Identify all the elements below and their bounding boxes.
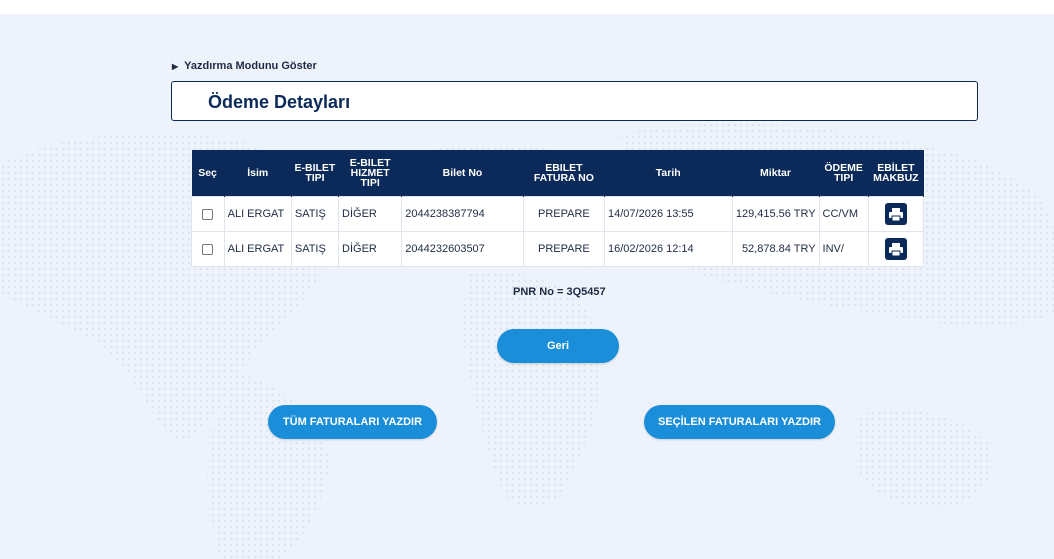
header-odeme-tipi: ÖDEME TIPI: [819, 150, 869, 197]
page-title-box: Ödeme Detayları: [171, 81, 978, 121]
table-row: ALI ERGAT SATIŞ DİĞER 2044238387794 PREP…: [191, 196, 925, 232]
print-receipt-button[interactable]: [884, 238, 907, 260]
printer-icon: [888, 207, 903, 221]
cell-tarih: 14/07/2026 13:55: [604, 196, 733, 232]
cell-fatura: PREPARE: [522, 231, 606, 267]
header-isim: İsim: [224, 150, 292, 197]
header-sec-label: Seç: [198, 167, 217, 179]
cell-bilet-no: 2044232603507: [401, 231, 524, 267]
header-miktar-label: Miktar: [760, 167, 791, 179]
header-miktar: Miktar: [732, 150, 820, 197]
cell-odeme: INV/: [818, 231, 869, 267]
cell-fatura: PREPARE: [522, 196, 606, 232]
header-bilet-no-label: Bilet No: [442, 167, 483, 179]
cell-miktar: 129,415.56 TRY: [731, 196, 820, 232]
header-bilet-no: Bilet No: [401, 150, 524, 197]
cell-isim: ALI ERGAT: [223, 196, 292, 232]
header-ebilet-tipi-line2: TIPI: [305, 172, 325, 184]
print-mode-label: Yazdırma Modunu Göster: [184, 60, 317, 72]
print-selected-invoices-button[interactable]: SEÇİLEN FATURALARI YAZDIR: [644, 405, 835, 439]
header-ebilet-tipi: E-BILET TIPI: [291, 150, 340, 197]
cell-bilet-no: 2044238387794: [401, 196, 524, 232]
header-hizmet-tipi: E-BILET HIZMET TIPI: [338, 150, 403, 197]
header-makbuz: EBİLET MAKBUZ: [868, 150, 925, 197]
cell-miktar: 52,878.84 TRY: [731, 231, 820, 267]
cell-tip: SATIŞ: [290, 196, 340, 232]
print-all-invoices-button[interactable]: TÜM FATURALARI YAZDIR: [268, 405, 437, 439]
header-isim-label: İsim: [247, 167, 269, 179]
cell-odeme: CC/VM: [818, 196, 869, 232]
row-select-cell: [191, 196, 225, 232]
pnr-number: PNR No = 3Q5457: [513, 286, 606, 298]
page-title: Ödeme Detayları: [208, 92, 351, 112]
print-mode-toggle[interactable]: ▶ Yazdırma Modunu Göster: [172, 60, 317, 72]
header-makbuz-line2: MAKBUZ: [873, 172, 919, 184]
table-header-row: Seç İsim E-BILET TIPI E-BILET HIZMET TIPI B…: [191, 150, 925, 197]
header-tarih: Tarih: [604, 150, 733, 197]
row-select-checkbox[interactable]: [202, 243, 214, 255]
header-sec: Seç: [191, 150, 225, 197]
row-select-checkbox[interactable]: [202, 208, 214, 220]
header-tarih-label: Tarih: [655, 167, 681, 179]
header-fatura-line2: FATURA NO: [533, 172, 594, 184]
header-fatura-no: EBILET FATURA NO: [523, 150, 606, 197]
table-row: ALI ERGAT SATIŞ DİĞER 2044232603507 PREP…: [191, 231, 925, 267]
cell-makbuz: [867, 196, 925, 232]
caret-right-icon: ▶: [172, 61, 179, 71]
cell-hizmet: DİĞER: [338, 231, 403, 267]
cell-hizmet: DİĞER: [338, 196, 403, 232]
back-button[interactable]: Geri: [497, 329, 619, 363]
cell-tarih: 16/02/2026 12:14: [604, 231, 733, 267]
cell-tip: SATIŞ: [290, 231, 340, 267]
print-receipt-button[interactable]: [884, 203, 907, 225]
cell-isim: ALI ERGAT: [223, 231, 292, 267]
printer-icon: [888, 242, 903, 256]
header-odeme-line2: TIPI: [834, 172, 854, 184]
payment-table: Seç İsim E-BILET TIPI E-BILET HIZMET TIPI B…: [191, 150, 925, 267]
row-select-cell: [191, 231, 225, 267]
header-hizmet-line3: TIPI: [360, 177, 380, 189]
cell-makbuz: [867, 231, 925, 267]
top-bar: [0, 0, 1054, 14]
